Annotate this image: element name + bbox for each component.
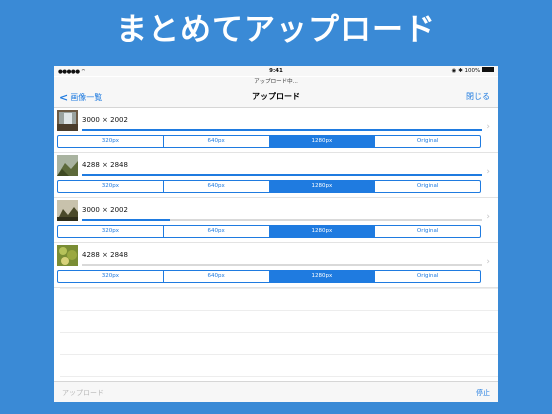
upload-progress-bar [82, 174, 482, 176]
divider [60, 354, 498, 355]
size-option[interactable]: 320px [58, 181, 164, 192]
size-option[interactable]: 1280px [269, 226, 376, 237]
size-option[interactable]: Original [375, 271, 480, 282]
navigation-bar: < 画像一覧 アップロード 閉じる [54, 87, 498, 108]
battery-icon [482, 67, 494, 72]
chevron-right-icon: › [486, 167, 490, 177]
upload-progress-bar [82, 264, 482, 266]
status-right: ◉ ✱ 100% [451, 67, 494, 74]
device-screen: ●●●●● ⌔ 9:41 ◉ ✱ 100% アップロード中... < 画像一覧 ア… [54, 66, 498, 402]
size-option[interactable]: 320px [58, 226, 164, 237]
photo-thumbnail [57, 245, 78, 266]
photo-thumbnail [57, 200, 78, 221]
back-label: 画像一覧 [70, 93, 103, 102]
close-button[interactable]: 閉じる [466, 91, 490, 103]
image-dimensions: 4288 × 2848 [82, 161, 128, 169]
chevron-right-icon: › [486, 257, 490, 267]
bottom-toolbar: アップロード 停止 [54, 381, 498, 402]
size-option[interactable]: 1280px [269, 271, 376, 282]
upload-progress-bar [82, 129, 482, 131]
upload-progress-bar [82, 219, 482, 221]
image-dimensions: 3000 × 2002 [82, 206, 128, 214]
stop-button[interactable]: 停止 [476, 388, 490, 398]
size-option[interactable]: 1280px [269, 181, 376, 192]
size-segmented-control: 320px 640px 1280px Original [57, 180, 481, 193]
size-option[interactable]: 640px [164, 136, 270, 147]
upload-progress-fill [82, 174, 482, 176]
size-option[interactable]: Original [375, 181, 480, 192]
chevron-right-icon: › [486, 122, 490, 132]
size-option[interactable]: Original [375, 226, 480, 237]
image-dimensions: 4288 × 2848 [82, 251, 128, 259]
size-segmented-control: 320px 640px 1280px Original [57, 135, 481, 148]
divider [60, 288, 498, 289]
bluetooth-icon: ✱ [458, 68, 463, 74]
divider [60, 310, 498, 311]
headline: まとめてアップロード [116, 12, 436, 48]
page-title: アップロード [252, 92, 300, 101]
photo-thumbnail [57, 155, 78, 176]
size-option[interactable]: Original [375, 136, 480, 147]
location-icon: ◉ [451, 68, 457, 74]
upload-progress-fill [82, 219, 170, 221]
upload-row[interactable]: 4288 × 2848 › 320px 640px 1280px Original [54, 153, 498, 198]
size-option[interactable]: 320px [58, 136, 164, 147]
upload-row[interactable]: 3000 × 2002 › 320px 640px 1280px Original [54, 198, 498, 243]
size-segmented-control: 320px 640px 1280px Original [57, 225, 481, 238]
upload-prompt: アップロード中... [54, 77, 498, 87]
size-option[interactable]: 320px [58, 271, 164, 282]
upload-row[interactable]: 3000 × 2002 › 320px 640px 1280px Original [54, 108, 498, 153]
size-option[interactable]: 640px [164, 226, 270, 237]
upload-progress-fill [82, 129, 482, 131]
battery-percent: 100% [464, 68, 481, 74]
size-segmented-control: 320px 640px 1280px Original [57, 270, 481, 283]
size-option[interactable]: 640px [164, 181, 270, 192]
upload-button[interactable]: アップロード [62, 388, 104, 398]
chevron-right-icon: › [486, 212, 490, 222]
photo-thumbnail [57, 110, 78, 131]
upload-row[interactable]: 4288 × 2848 › 320px 640px 1280px Original [54, 243, 498, 288]
size-option[interactable]: 1280px [269, 136, 376, 147]
back-button[interactable]: < 画像一覧 [59, 91, 102, 104]
status-time: 9:41 [269, 68, 283, 74]
size-option[interactable]: 640px [164, 271, 270, 282]
image-dimensions: 3000 × 2002 [82, 116, 128, 124]
divider [60, 376, 498, 377]
status-bar: ●●●●● ⌔ 9:41 ◉ ✱ 100% [54, 66, 498, 76]
chevron-left-icon: < [59, 91, 69, 104]
divider [60, 332, 498, 333]
